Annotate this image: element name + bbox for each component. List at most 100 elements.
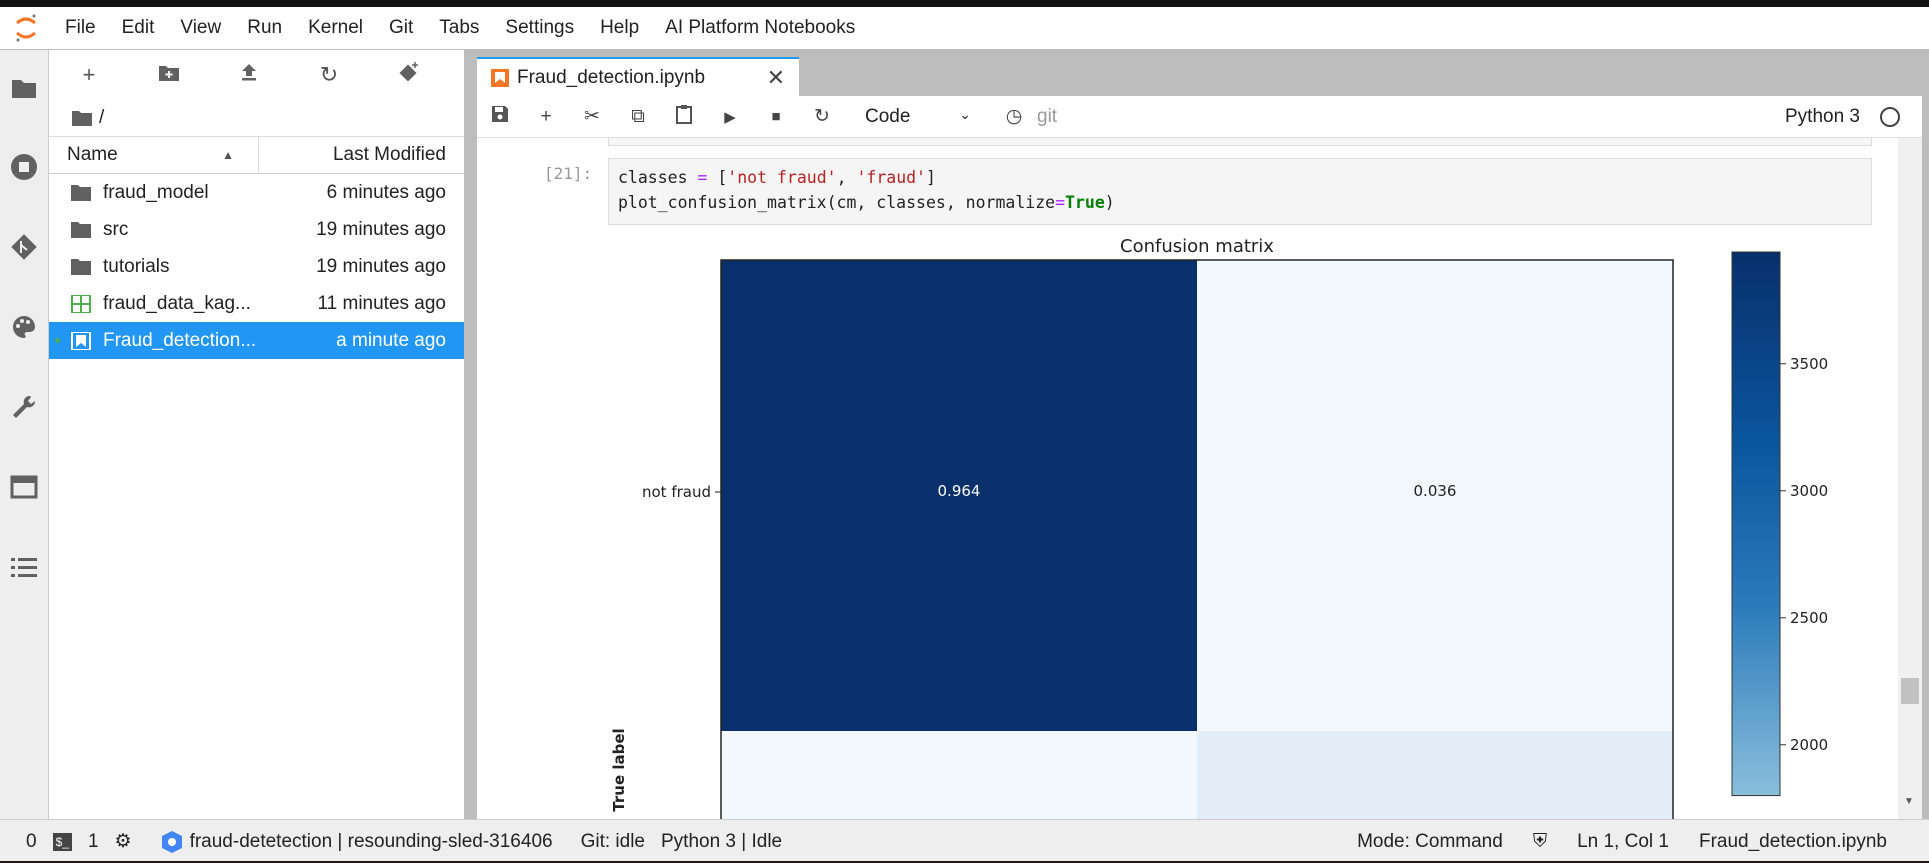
- upload-icon[interactable]: [209, 62, 289, 88]
- folder-icon[interactable]: [10, 74, 38, 102]
- chart-title: Confusion matrix: [1120, 236, 1274, 257]
- breadcrumb-root[interactable]: /: [99, 107, 104, 129]
- column-name-label: Name: [67, 144, 118, 165]
- environment-info[interactable]: fraud-detetection | resounding-sled-3164…: [160, 830, 553, 854]
- git-icon[interactable]: [10, 233, 38, 261]
- file-name: fraud_data_kag...: [103, 292, 251, 314]
- file-row[interactable]: src 19 minutes ago: [49, 211, 464, 248]
- terminal-count[interactable]: 0: [26, 831, 37, 853]
- gcp-hexagon-icon: [161, 830, 182, 853]
- refresh-icon[interactable]: ↻: [289, 62, 369, 88]
- mode-indicator: Mode: Command: [1357, 830, 1503, 852]
- folder-icon: [72, 111, 92, 126]
- shield-x-icon[interactable]: ⛨: [1533, 831, 1547, 853]
- matrix-cell: [1197, 731, 1673, 819]
- stop-icon[interactable]: ■: [753, 108, 799, 125]
- colorbar-tick-label: 3500: [1790, 355, 1828, 373]
- new-launcher-icon[interactable]: +: [49, 62, 129, 88]
- notebook-panel: + ✂ ⧉ ▶ ■ ↻ Code ⌄ ◷ git Python 3 [21]: c…: [477, 96, 1922, 819]
- sort-ascending-icon: ▲: [222, 148, 234, 162]
- status-bar: 0 $_ 1 ⚙ fraud-detetection | resounding-…: [0, 819, 1929, 863]
- kernel-status-icon: [1880, 106, 1900, 127]
- palette-icon[interactable]: [10, 313, 38, 341]
- notebook-content: [21]: classes = ['not fraud', 'fraud'] p…: [477, 138, 1922, 819]
- cursor-position[interactable]: Ln 1, Col 1: [1577, 831, 1669, 853]
- restart-icon[interactable]: ↻: [799, 105, 845, 128]
- cell-type-value: Code: [865, 105, 911, 127]
- close-icon[interactable]: ✕: [767, 65, 785, 91]
- insert-cell-icon[interactable]: +: [523, 106, 569, 128]
- menu-bar: File Edit View Run Kernel Git Tabs Setti…: [0, 7, 1929, 50]
- file-row[interactable]: tutorials 19 minutes ago: [49, 248, 464, 285]
- menu-git[interactable]: Git: [376, 17, 426, 39]
- tabs-icon[interactable]: [10, 473, 38, 501]
- cell-type-dropdown[interactable]: Code ⌄: [851, 106, 971, 128]
- git-clone-icon[interactable]: [369, 61, 449, 89]
- menu-tabs[interactable]: Tabs: [426, 17, 492, 39]
- cell-value-label: 0.036: [1414, 482, 1457, 500]
- running-stop-icon[interactable]: [10, 153, 38, 181]
- folder-icon: [71, 221, 91, 238]
- menu-settings[interactable]: Settings: [492, 17, 587, 39]
- file-name: tutorials: [103, 255, 170, 277]
- menu-run[interactable]: Run: [234, 17, 295, 39]
- menu-help[interactable]: Help: [587, 17, 652, 39]
- save-icon[interactable]: [477, 105, 523, 129]
- git-status[interactable]: Git: idle: [581, 831, 645, 853]
- window-top-strip: [0, 0, 1929, 7]
- scroll-down-arrow-icon[interactable]: ▼: [1904, 796, 1914, 807]
- file-name: Fraud_detection...: [103, 329, 257, 351]
- file-modified: 19 minutes ago: [316, 218, 446, 240]
- chevron-down-icon: ⌄: [959, 105, 971, 122]
- scrollbar-thumb[interactable]: [1901, 678, 1919, 704]
- toc-list-icon[interactable]: [10, 553, 38, 581]
- column-header-last-modified[interactable]: Last Modified: [259, 144, 464, 166]
- new-folder-icon[interactable]: [129, 62, 209, 88]
- column-header-name[interactable]: Name ▲: [49, 137, 259, 173]
- menu-file[interactable]: File: [52, 17, 109, 39]
- kernel-status[interactable]: Python 3 | Idle: [661, 831, 782, 853]
- tab-title: Fraud_detection.ipynb: [517, 66, 706, 88]
- notebook-icon: [491, 68, 509, 87]
- run-icon[interactable]: ▶: [707, 108, 753, 126]
- cut-icon[interactable]: ✂: [569, 105, 615, 128]
- wrench-icon[interactable]: [10, 393, 38, 421]
- file-row-selected[interactable]: Fraud_detection... a minute ago: [49, 322, 464, 359]
- git-button[interactable]: git: [1037, 106, 1057, 128]
- code-cell[interactable]: classes = ['not fraud', 'fraud'] plot_co…: [608, 158, 1872, 225]
- cell-prompt: [21]:: [544, 164, 593, 183]
- menu-kernel[interactable]: Kernel: [295, 17, 376, 39]
- y-tick-label: not fraud: [642, 483, 711, 501]
- running-indicator: [55, 338, 60, 343]
- copy-icon[interactable]: ⧉: [615, 106, 661, 128]
- paste-icon[interactable]: [661, 104, 707, 130]
- vertical-scrollbar[interactable]: ▼: [1898, 138, 1922, 819]
- main-area: Fraud_detection.ipynb ✕ + ✂ ⧉ ▶ ■ ↻ Code…: [465, 50, 1929, 819]
- terminal-icon: $_: [52, 832, 72, 851]
- breadcrumb[interactable]: /: [49, 100, 464, 136]
- notebook-toolbar: + ✂ ⧉ ▶ ■ ↻ Code ⌄ ◷ git Python 3: [477, 96, 1922, 138]
- cell-value-label: 0.964: [938, 482, 981, 500]
- tab-fraud-detection[interactable]: Fraud_detection.ipynb ✕: [477, 57, 799, 96]
- menu-edit[interactable]: Edit: [109, 17, 168, 39]
- spreadsheet-icon: [71, 294, 91, 313]
- clock-icon[interactable]: ◷: [991, 105, 1037, 128]
- jupyter-logo-icon: [0, 13, 52, 43]
- file-row[interactable]: fraud_data_kag... 11 minutes ago: [49, 285, 464, 322]
- file-row[interactable]: fraud_model 6 minutes ago: [49, 174, 464, 211]
- colorbar-tick-label: 2500: [1790, 609, 1828, 627]
- menu-view[interactable]: View: [167, 17, 234, 39]
- file-name: src: [103, 218, 129, 240]
- folder-icon: [71, 184, 91, 201]
- kernel-name[interactable]: Python 3: [1785, 106, 1860, 128]
- menu-ai-platform[interactable]: AI Platform Notebooks: [652, 17, 868, 39]
- kernel-count[interactable]: 1: [88, 831, 99, 853]
- colorbar: [1731, 251, 1781, 797]
- cpu-chip-icon: ⚙: [114, 831, 132, 852]
- notebook-icon: [71, 331, 91, 350]
- matrix-cell: [721, 731, 1197, 819]
- file-modified: 11 minutes ago: [317, 292, 446, 314]
- activity-bar: [0, 50, 49, 819]
- colorbar-tick-label: 2000: [1790, 736, 1828, 754]
- folder-icon: [71, 258, 91, 275]
